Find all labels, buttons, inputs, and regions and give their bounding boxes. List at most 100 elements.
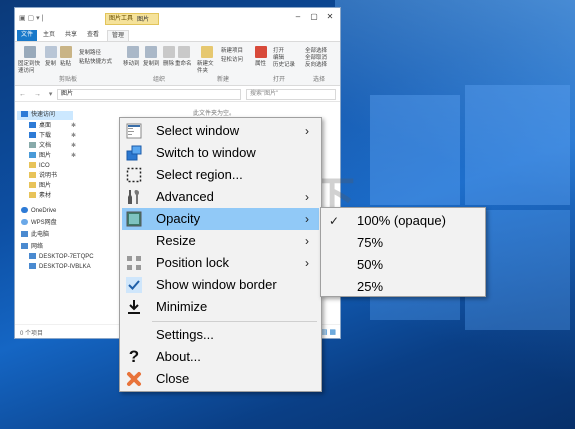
menu-item-about[interactable]: ? About... bbox=[122, 346, 319, 368]
menu-item-label: Switch to window bbox=[156, 145, 256, 160]
select-all-button[interactable]: 全部选择 bbox=[305, 48, 327, 55]
menu-item-label: Settings... bbox=[156, 327, 214, 342]
menu-item-settings[interactable]: Settings... bbox=[122, 324, 319, 346]
menu-item-switch-to-window[interactable]: Switch to window bbox=[122, 142, 319, 164]
copy-icon bbox=[45, 46, 57, 58]
menu-item-close[interactable]: Close bbox=[122, 368, 319, 390]
tab-file[interactable]: 文件 bbox=[17, 30, 38, 41]
pin-icon: ✱ bbox=[71, 143, 77, 149]
chevron-right-icon: › bbox=[305, 212, 309, 226]
opacity-option-50[interactable]: 50% bbox=[323, 254, 483, 276]
group-select: 选择 bbox=[313, 77, 326, 83]
paste-icon bbox=[60, 46, 72, 58]
nav-item-folder[interactable]: 说明书 bbox=[29, 172, 57, 181]
quick-access-toolbar[interactable]: ▣ ▢ ▾ | bbox=[19, 14, 43, 22]
chevron-right-icon: › bbox=[305, 256, 309, 270]
nav-item-computer[interactable]: DESKTOP-7ETQPC bbox=[29, 253, 94, 262]
empty-folder-message: 此文件夹为空。 bbox=[193, 111, 236, 117]
select-none-button[interactable]: 全部取消 bbox=[305, 55, 327, 62]
menu-item-select-region[interactable]: Select region... bbox=[122, 164, 319, 186]
nav-item-onedrive[interactable]: OneDrive bbox=[21, 207, 56, 216]
nav-item-desktop[interactable]: 桌面 bbox=[29, 122, 51, 131]
menu-item-opacity[interactable]: Opacity › bbox=[122, 208, 319, 230]
opacity-option-25[interactable]: 25% bbox=[323, 276, 483, 298]
properties-button[interactable]: 属性 bbox=[255, 61, 266, 68]
menu-item-resize[interactable]: Resize › bbox=[122, 230, 319, 252]
properties-icon bbox=[255, 46, 267, 58]
menu-item-advanced[interactable]: Advanced › bbox=[122, 186, 319, 208]
network-icon bbox=[21, 243, 28, 249]
menu-item-position-lock[interactable]: Position lock › bbox=[122, 252, 319, 274]
minimize-window-button[interactable]: – bbox=[290, 10, 306, 24]
menu-item-label: Opacity bbox=[156, 211, 201, 226]
menu-item-select-window[interactable]: Select window › bbox=[122, 120, 319, 142]
pictures-icon bbox=[29, 152, 36, 158]
folder-icon bbox=[29, 172, 36, 178]
nav-item-folder[interactable]: ICO bbox=[29, 162, 50, 171]
tab-view[interactable]: 查看 bbox=[83, 30, 103, 41]
paste-button[interactable]: 粘贴 bbox=[60, 61, 71, 68]
switch-window-icon bbox=[126, 145, 142, 161]
group-clipboard: 剪贴板 bbox=[59, 77, 78, 83]
menu-item-label: Resize bbox=[156, 233, 196, 248]
nav-item-pictures[interactable]: 图片 bbox=[29, 152, 51, 161]
nav-item-downloads[interactable]: 下载 bbox=[29, 132, 51, 141]
copy-button[interactable]: 复制 bbox=[45, 61, 56, 68]
menu-item-minimize[interactable]: Minimize bbox=[122, 296, 319, 318]
maximize-window-button[interactable]: ▢ bbox=[306, 10, 322, 24]
windows-logo-pane bbox=[465, 85, 570, 205]
nav-item-folder[interactable]: 素材 bbox=[29, 192, 51, 201]
copy-to-icon bbox=[145, 46, 157, 58]
nav-item-quick-access[interactable]: 快速访问 bbox=[17, 111, 73, 120]
nav-item-this-pc[interactable]: 此电脑 bbox=[21, 231, 49, 240]
question-icon: ? bbox=[128, 347, 140, 366]
nav-item-folder[interactable]: 图片 bbox=[29, 182, 51, 191]
menu-item-show-window-border[interactable]: Show window border bbox=[122, 274, 319, 296]
menu-item-label: About... bbox=[156, 349, 201, 364]
chevron-right-icon: › bbox=[305, 124, 309, 138]
nav-item-wps-drive[interactable]: WPS网盘 bbox=[21, 219, 57, 228]
edit-button[interactable]: 编辑 bbox=[273, 55, 284, 62]
opacity-icon bbox=[126, 211, 142, 227]
close-window-button[interactable]: ✕ bbox=[322, 10, 338, 24]
new-folder-button[interactable]: 新建文件夹 bbox=[197, 61, 217, 75]
invert-selection-button[interactable]: 反向选择 bbox=[305, 62, 327, 69]
address-field[interactable]: 图片 bbox=[57, 89, 241, 100]
tab-home[interactable]: 主页 bbox=[39, 30, 59, 41]
menu-item-label: Minimize bbox=[156, 299, 208, 314]
delete-button[interactable]: 删除 bbox=[163, 61, 174, 68]
nav-item-computer[interactable]: DESKTOP-IVBLKA bbox=[29, 263, 91, 272]
pin-quick-access-button[interactable]: 固定到快速访问 bbox=[18, 61, 42, 75]
copy-path-button[interactable]: 复制路径 bbox=[79, 50, 101, 57]
new-item-button[interactable]: 新建项目 bbox=[221, 48, 243, 55]
opacity-option-75[interactable]: 75% bbox=[323, 232, 483, 254]
search-input[interactable]: 搜索"图片" bbox=[246, 89, 336, 100]
tools-icon bbox=[128, 190, 140, 204]
nav-item-documents[interactable]: 文档 bbox=[29, 142, 51, 151]
window-controls: – ▢ ✕ bbox=[290, 10, 338, 24]
cloud-icon bbox=[21, 207, 28, 213]
paste-shortcut-button[interactable]: 粘贴快捷方式 bbox=[79, 59, 112, 66]
tab-share[interactable]: 共享 bbox=[61, 30, 81, 41]
menu-item-label: Close bbox=[156, 371, 190, 386]
menu-item-label: Select window bbox=[156, 123, 240, 138]
move-to-icon bbox=[127, 46, 139, 58]
computer-icon bbox=[29, 253, 36, 259]
opacity-option-label: 75% bbox=[357, 235, 384, 250]
nav-item-network[interactable]: 网络 bbox=[21, 243, 43, 252]
tab-manage[interactable]: 管理 bbox=[107, 30, 130, 41]
copy-to-button[interactable]: 复制到 bbox=[143, 61, 160, 68]
star-icon bbox=[21, 111, 28, 117]
history-button[interactable]: 历史记录 bbox=[273, 62, 295, 69]
opacity-option-100[interactable]: ✓ 100% (opaque) bbox=[323, 210, 483, 232]
rename-button[interactable]: 重命名 bbox=[175, 61, 192, 68]
view-toggle-icon[interactable]: ▤ ▦ bbox=[321, 328, 336, 336]
easy-access-button[interactable]: 轻松访问 bbox=[221, 57, 243, 64]
download-icon bbox=[29, 132, 36, 138]
open-button[interactable]: 打开 bbox=[273, 48, 284, 55]
folder-icon bbox=[29, 182, 36, 188]
group-new: 新建 bbox=[217, 77, 230, 83]
opacity-option-label: 25% bbox=[357, 279, 384, 294]
move-to-button[interactable]: 移动到 bbox=[123, 61, 140, 68]
close-x-icon bbox=[127, 372, 141, 386]
